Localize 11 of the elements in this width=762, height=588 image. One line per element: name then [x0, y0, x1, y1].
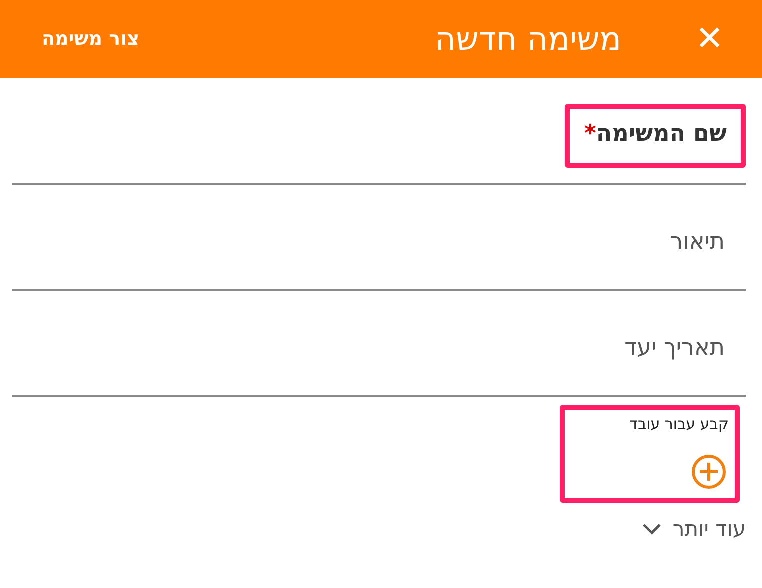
add-icon[interactable] — [691, 454, 727, 490]
input-field[interactable]: תאריך יעד — [12, 291, 746, 397]
input-field[interactable]: שם המשימה* — [12, 78, 746, 185]
input-field[interactable]: תיאור — [12, 185, 746, 291]
dialog-title: משימה חדשה — [434, 20, 622, 58]
field-label: שם המשימה* — [565, 104, 746, 168]
assign-label: קבע עבור עובד — [630, 415, 729, 433]
chevron-down-icon — [640, 522, 663, 536]
field-label: תיאור — [669, 228, 726, 257]
more-button[interactable]: עוד יותר — [640, 517, 746, 541]
field-label: תאריך יעד — [624, 334, 726, 363]
